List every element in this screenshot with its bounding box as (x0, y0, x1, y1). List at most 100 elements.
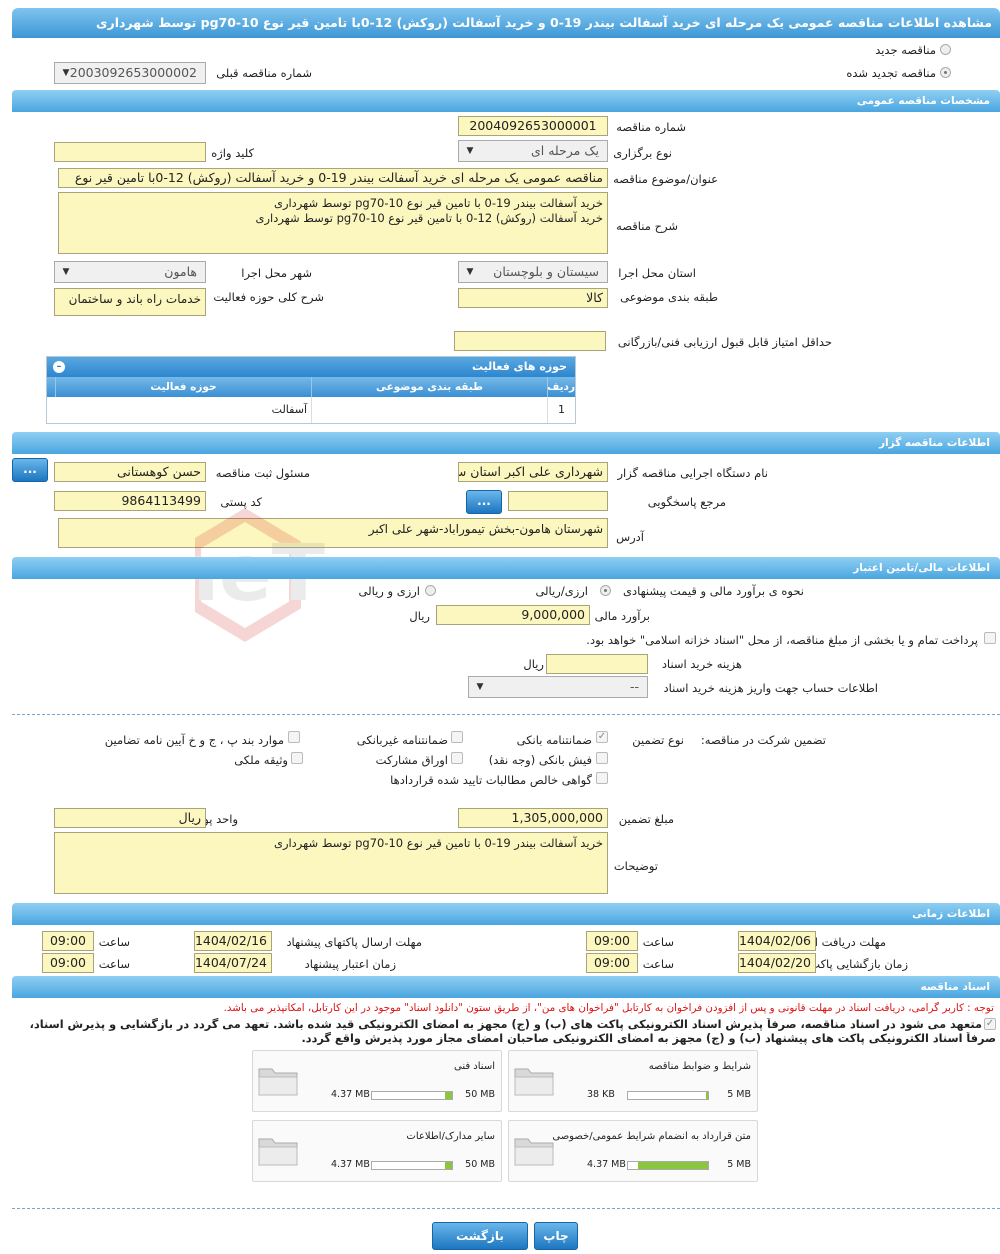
registrar-label: مسئول ثبت مناقصه (215, 466, 310, 480)
folder-icon (258, 1138, 298, 1166)
divider (12, 1208, 1000, 1209)
document-size-bar (371, 1161, 453, 1170)
method-opt2-radio[interactable] (425, 585, 436, 596)
document-item[interactable]: اسناد فنی 50 MB 4.37 MB (252, 1050, 502, 1112)
subject-field[interactable]: مناقصه عمومی یک مرحله ای خرید آسفالت بین… (58, 168, 608, 188)
receive-date-field[interactable]: 1404/02/06 (738, 931, 816, 951)
province-label: استان محل اجرا (618, 266, 696, 280)
notes-label: توضیحات (613, 859, 658, 873)
document-title: سایر مدارک/اطلاعات (406, 1131, 495, 1142)
guarantee-type-label: نوع تضمین (632, 733, 684, 747)
nonbank-guarantee-checkbox[interactable] (451, 731, 463, 743)
document-item[interactable]: شرایط و ضوابط مناقصه 5 MB 38 KB (508, 1050, 758, 1112)
bank-guarantee-checkbox[interactable]: ✓ (596, 731, 608, 743)
min-score-label: حداقل امتیاز قابل قبول ارزیابی فنی/بازرگ… (617, 335, 832, 349)
province-select[interactable]: سیستان و بلوچستان ▼ (458, 261, 608, 283)
category-field[interactable]: کالا (458, 288, 608, 308)
valid-time-label: ساعت (98, 957, 130, 971)
prev-number-label: شماره مناقصه قبلی (216, 66, 312, 80)
method-opt2-label: ارزی و ریالی (358, 584, 420, 598)
postal-field[interactable]: 9864113499 (54, 491, 206, 511)
document-size-bar (627, 1091, 709, 1100)
keyword-field[interactable] (54, 142, 206, 162)
treasury-checkbox[interactable] (984, 632, 996, 644)
collapse-icon[interactable]: – (53, 361, 65, 373)
send-date-field[interactable]: 1404/02/16 (194, 931, 272, 951)
finance-section-header: اطلاعات مالی/تامین اعتبار (12, 557, 1000, 579)
chevron-down-icon: ▼ (62, 267, 70, 277)
valid-time-field[interactable]: 09:00 (42, 953, 94, 973)
document-item[interactable]: متن قرارداد به انضمام شرایط عمومی/خصوصی … (508, 1120, 758, 1182)
org-label: نام دستگاه اجرایی مناقصه گزار (617, 466, 768, 480)
activity-grid-title: حوزه های فعالیت (47, 357, 575, 377)
subject-label: عنوان/موضوع مناقصه (613, 172, 718, 186)
table-row: 1 (547, 397, 575, 423)
prev-number-select[interactable]: 2003092653000002 ▼ (54, 62, 206, 84)
col-category-header: طبقه بندی موضوعی (311, 377, 547, 397)
renewed-tender-radio[interactable] (940, 67, 951, 78)
number-field[interactable]: 2004092653000001 (458, 116, 608, 136)
chevron-down-icon: ▼ (476, 682, 484, 692)
receive-time-field[interactable]: 09:00 (586, 931, 638, 951)
account-select[interactable]: -- ▼ (468, 676, 648, 698)
folder-icon (514, 1068, 554, 1096)
city-select[interactable]: هامون ▼ (54, 261, 206, 283)
treasury-text: پرداخت تمام و یا بخشی از مبلغ مناقصه، از… (586, 633, 978, 647)
notes-field[interactable]: خرید آسفالت بیندر 19-0 با تامین قیر نوع … (54, 832, 608, 894)
commit-text-line2: صرفاً اسناد الکترونیکی پاکت های پیشنهاد … (301, 1032, 996, 1045)
registrar-field[interactable]: حسن کوهستانی (54, 462, 206, 482)
method-label: نحوه ی برآورد مالی و قیمت پیشنهادی (622, 584, 804, 598)
doc-fee-field[interactable] (546, 654, 648, 674)
col-field-header: حوزه فعالیت (55, 377, 311, 397)
estimate-field[interactable]: 9,000,000 (436, 605, 590, 625)
amount-label: مبلغ تضمین (618, 812, 674, 826)
new-tender-label: مناقصه جدید (875, 43, 936, 57)
organizer-section-header: اطلاعات مناقصه گزار (12, 432, 1000, 454)
receipt-checkbox[interactable] (596, 752, 608, 764)
bonds-checkbox[interactable] (451, 752, 463, 764)
category-label: طبقه بندی موضوعی (620, 290, 718, 304)
chevron-down-icon: ▼ (62, 68, 70, 78)
valid-date-field[interactable]: 1404/07/24 (194, 953, 272, 973)
holding-type-select[interactable]: یک مرحله ای ▼ (458, 140, 608, 162)
min-score-field[interactable] (454, 331, 606, 351)
general-section-header: مشخصات مناقصه عمومی (12, 90, 1000, 112)
nonbank-guarantee-label: ضمانتنامه غیربانکی (356, 733, 448, 747)
open-time-field[interactable]: 09:00 (586, 953, 638, 973)
property-label: وثیقه ملکی (234, 753, 288, 767)
print-button[interactable]: چاپ (534, 1222, 578, 1250)
valid-label: زمان اعتبار پیشنهاد (304, 957, 396, 971)
open-date-field[interactable]: 1404/02/20 (738, 953, 816, 973)
open-time-label: ساعت (642, 957, 674, 971)
desc-field[interactable]: خرید آسفالت بیندر 19-0 با تامین قیر نوع … (58, 192, 608, 254)
receipt-label: فیش بانکی (وجه نقد) (488, 753, 592, 767)
org-field[interactable]: شهرداری علی اکبر استان س (458, 462, 608, 482)
registrar-lookup-button[interactable]: ... (12, 458, 48, 482)
property-checkbox[interactable] (291, 752, 303, 764)
send-label: مهلت ارسال پاکتهای پیشنهاد (286, 935, 422, 949)
city-label: شهر محل اجرا (241, 266, 312, 280)
folder-icon (258, 1068, 298, 1096)
col-row-header: ردیف (547, 377, 575, 397)
commit-checkbox[interactable]: ✓ (984, 1018, 996, 1030)
unit-field[interactable]: ریال (54, 808, 206, 828)
estimate-label: برآورد مالی (594, 609, 650, 623)
claims-checkbox[interactable] (596, 772, 608, 784)
activity-field[interactable]: خدمات راه باند و ساختمان (54, 288, 206, 316)
method-opt1-radio[interactable] (600, 585, 611, 596)
estimate-currency: ریال (409, 609, 430, 623)
divider (12, 714, 1000, 715)
send-time-field[interactable]: 09:00 (42, 931, 94, 951)
chevron-down-icon: ▼ (466, 267, 474, 277)
doc-fee-unit: ریال (523, 657, 544, 671)
back-button[interactable]: بازگشت (432, 1222, 528, 1250)
document-item[interactable]: سایر مدارک/اطلاعات 50 MB 4.37 MB (252, 1120, 502, 1182)
document-title: شرایط و ضوابط مناقصه (648, 1061, 751, 1072)
clauses-checkbox[interactable] (288, 731, 300, 743)
amount-field[interactable]: 1,305,000,000 (458, 808, 608, 828)
doc-fee-label: هزینه خرید اسناد (661, 657, 742, 671)
page-title: مشاهده اطلاعات مناقصه عمومی یک مرحله ای … (12, 8, 1000, 38)
keyword-label: کلید واژه (211, 146, 254, 160)
document-size-bar (627, 1161, 709, 1170)
new-tender-radio[interactable] (940, 44, 951, 55)
